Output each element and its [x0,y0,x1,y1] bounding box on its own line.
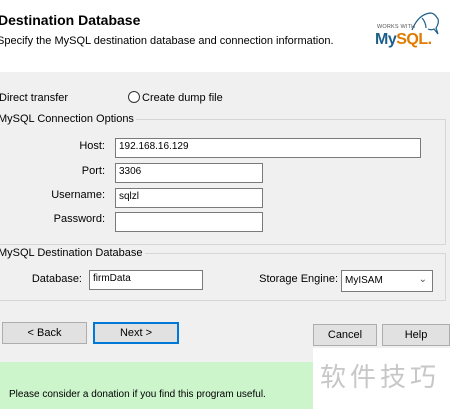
host-input[interactable]: 192.168.16.129 [115,138,421,158]
database-label: Database: [31,273,82,285]
logo-dot: . [427,31,432,48]
username-input[interactable]: sqlzl [115,188,263,208]
storage-engine-select[interactable]: MyISAM ⌄ [341,270,433,292]
password-input[interactable] [115,212,263,232]
host-label: Host: [79,140,105,152]
chevron-down-icon: ⌄ [418,274,427,285]
donation-bar [0,362,313,409]
donation-text[interactable]: Please consider a donation if you find t… [9,389,266,400]
watermark-text: 软件技巧 [320,363,441,393]
page-subtitle: Specify the MySQL destination database a… [0,35,334,47]
create-dump-radio[interactable] [128,91,140,103]
create-dump-label: Create dump file [142,92,223,104]
mysql-logo: WORKS WITH MySQL. [375,10,445,55]
logo-wordmark: MySQL. [375,31,432,49]
password-label: Password: [53,213,105,225]
direct-transfer-option[interactable]: Direct transfer [0,92,68,104]
port-label: Port: [81,165,105,177]
logo-sql: SQL [396,31,428,48]
destination-database-legend: MySQL Destination Database [0,247,145,259]
storage-engine-value: MyISAM [345,275,383,286]
page-title: Destination Database [0,12,141,28]
database-input[interactable]: firmData [89,270,203,290]
username-label: Username: [51,189,105,201]
port-input[interactable]: 3306 [115,163,263,183]
help-button[interactable]: Help [382,324,450,346]
cancel-button[interactable]: Cancel [313,324,377,346]
back-button[interactable]: < Back [2,322,87,344]
connection-options-legend: MySQL Connection Options [0,113,136,125]
next-button[interactable]: Next > [93,322,179,344]
logo-works-with: WORKS WITH [377,24,416,30]
storage-engine-label: Storage Engine: [259,273,338,285]
logo-my: My [375,31,397,48]
create-dump-option[interactable]: Create dump file [128,91,223,104]
direct-transfer-label: Direct transfer [0,92,69,104]
